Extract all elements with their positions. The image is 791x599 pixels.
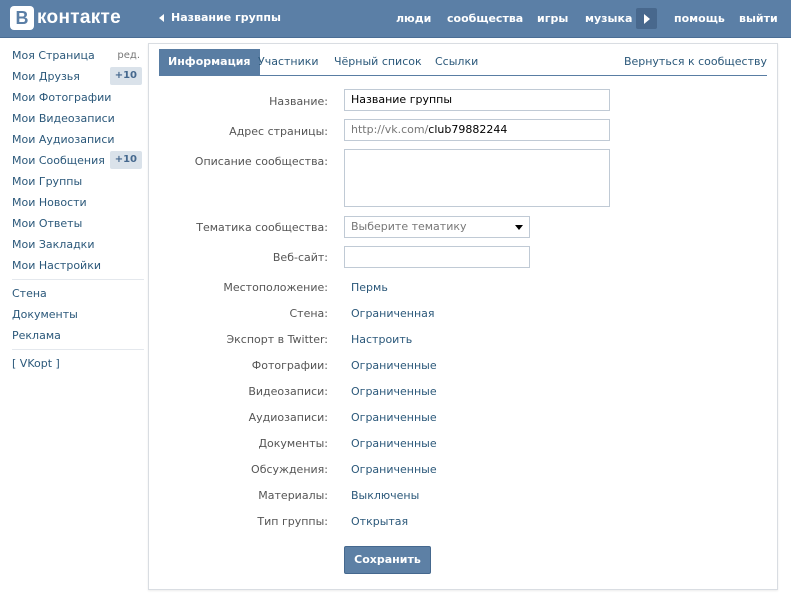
sidebar-item-documents[interactable]: Документы xyxy=(12,304,144,325)
topic-label: Тематика сообщества: xyxy=(196,221,328,234)
nav-logout[interactable]: выйти xyxy=(739,0,778,37)
name-field-value: Название группы xyxy=(351,93,453,106)
sidebar-item-friends[interactable]: Мои Друзья +10 xyxy=(12,66,144,87)
dropdown-arrow-icon xyxy=(515,225,523,230)
group-type-label: Тип группы: xyxy=(257,515,328,528)
address-field-value: club79882244 xyxy=(428,123,508,136)
wall-label: Стена: xyxy=(289,307,329,320)
audio-setting[interactable]: Ограниченные xyxy=(351,411,437,424)
sidebar-item-ads[interactable]: Реклама xyxy=(12,325,144,346)
tab-info[interactable]: Информация xyxy=(159,49,260,75)
location-value[interactable]: Пермь xyxy=(351,281,388,294)
settings-panel: Информация Участники Чёрный список Ссылк… xyxy=(148,43,778,590)
music-play-button[interactable] xyxy=(636,8,657,29)
nav-games[interactable]: игры xyxy=(537,0,568,37)
back-link-label: Название группы xyxy=(171,11,281,24)
description-textarea[interactable] xyxy=(344,149,610,207)
nav-people[interactable]: люди xyxy=(396,0,431,37)
sidebar-item-label: Мои Сообщения xyxy=(12,154,105,167)
sidebar-item-videos[interactable]: Мои Видеозаписи xyxy=(12,108,144,129)
website-field[interactable] xyxy=(344,246,530,268)
name-field[interactable]: Название группы xyxy=(344,89,610,111)
vk-logo-icon: B xyxy=(10,6,34,30)
documents-label: Документы: xyxy=(258,437,328,450)
sidebar-divider xyxy=(12,279,144,280)
sidebar-item-vkopt[interactable]: [ VKopt ] xyxy=(12,353,144,374)
sidebar-item-label: Мои Друзья xyxy=(12,70,80,83)
top-bar: B контакте Название группы люди сообщест… xyxy=(0,0,791,38)
address-label: Адрес страницы: xyxy=(229,125,328,138)
settings-tabs: Информация Участники Чёрный список Ссылк… xyxy=(159,49,767,76)
audio-label: Аудиозаписи: xyxy=(248,411,328,424)
materials-label: Материалы: xyxy=(258,489,328,502)
save-button[interactable]: Сохранить xyxy=(344,546,431,574)
sidebar-item-messages[interactable]: Мои Сообщения +10 xyxy=(12,150,144,171)
sidebar-item-settings[interactable]: Мои Настройки xyxy=(12,255,144,276)
documents-setting[interactable]: Ограниченные xyxy=(351,437,437,450)
discussions-setting[interactable]: Ограниченные xyxy=(351,463,437,476)
friends-count-badge[interactable]: +10 xyxy=(109,67,142,85)
topic-select-value: Выберите тематику xyxy=(351,220,467,233)
name-label: Название: xyxy=(269,95,328,108)
videos-label: Видеозаписи: xyxy=(248,385,328,398)
nav-music[interactable]: музыка xyxy=(585,0,632,37)
videos-setting[interactable]: Ограниченные xyxy=(351,385,437,398)
left-sidebar: Моя Страница ред. Мои Друзья +10 Мои Фот… xyxy=(12,45,144,374)
sidebar-item-label: Моя Страница xyxy=(12,49,95,62)
tab-links[interactable]: Ссылки xyxy=(435,49,478,75)
group-type-setting[interactable]: Открытая xyxy=(351,515,408,528)
photos-setting[interactable]: Ограниченные xyxy=(351,359,437,372)
tab-blacklist[interactable]: Чёрный список xyxy=(334,49,422,75)
back-to-group-link[interactable]: Название группы xyxy=(159,11,281,24)
sidebar-divider xyxy=(12,349,144,350)
sidebar-item-wall[interactable]: Стена xyxy=(12,283,144,304)
vk-logo-text: контакте xyxy=(37,7,121,28)
sidebar-item-photos[interactable]: Мои Фотографии xyxy=(12,87,144,108)
twitter-export-label: Экспорт в Twitter: xyxy=(226,333,328,346)
sidebar-item-news[interactable]: Мои Новости xyxy=(12,192,144,213)
sidebar-item-answers[interactable]: Мои Ответы xyxy=(12,213,144,234)
vk-logo[interactable]: B контакте xyxy=(10,6,121,30)
nav-help[interactable]: помощь xyxy=(674,0,725,37)
back-arrow-icon xyxy=(159,13,164,22)
address-field[interactable]: http://vk.com/club79882244 xyxy=(344,119,610,141)
topic-select[interactable]: Выберите тематику xyxy=(344,216,530,238)
twitter-export-setting[interactable]: Настроить xyxy=(351,333,412,346)
return-to-community-link[interactable]: Вернуться к сообществу xyxy=(624,49,767,75)
discussions-label: Обсуждения: xyxy=(251,463,328,476)
sidebar-item-bookmarks[interactable]: Мои Закладки xyxy=(12,234,144,255)
sidebar-item-my-page[interactable]: Моя Страница ред. xyxy=(12,45,144,66)
photos-label: Фотографии: xyxy=(251,359,328,372)
sidebar-item-audio[interactable]: Мои Аудиозаписи xyxy=(12,129,144,150)
description-label: Описание сообщества: xyxy=(194,155,328,168)
address-prefix: http://vk.com/ xyxy=(351,123,429,136)
edit-link[interactable]: ред. xyxy=(117,45,140,66)
play-icon xyxy=(644,14,650,24)
website-label: Веб-сайт: xyxy=(272,251,328,264)
location-label: Местоположение: xyxy=(223,281,328,294)
sidebar-item-groups[interactable]: Мои Группы xyxy=(12,171,144,192)
wall-setting[interactable]: Ограниченная xyxy=(351,307,435,320)
nav-communities[interactable]: сообщества xyxy=(447,0,523,37)
materials-setting[interactable]: Выключены xyxy=(351,489,419,502)
tab-members[interactable]: Участники xyxy=(258,49,319,75)
messages-count-badge[interactable]: +10 xyxy=(109,151,142,169)
